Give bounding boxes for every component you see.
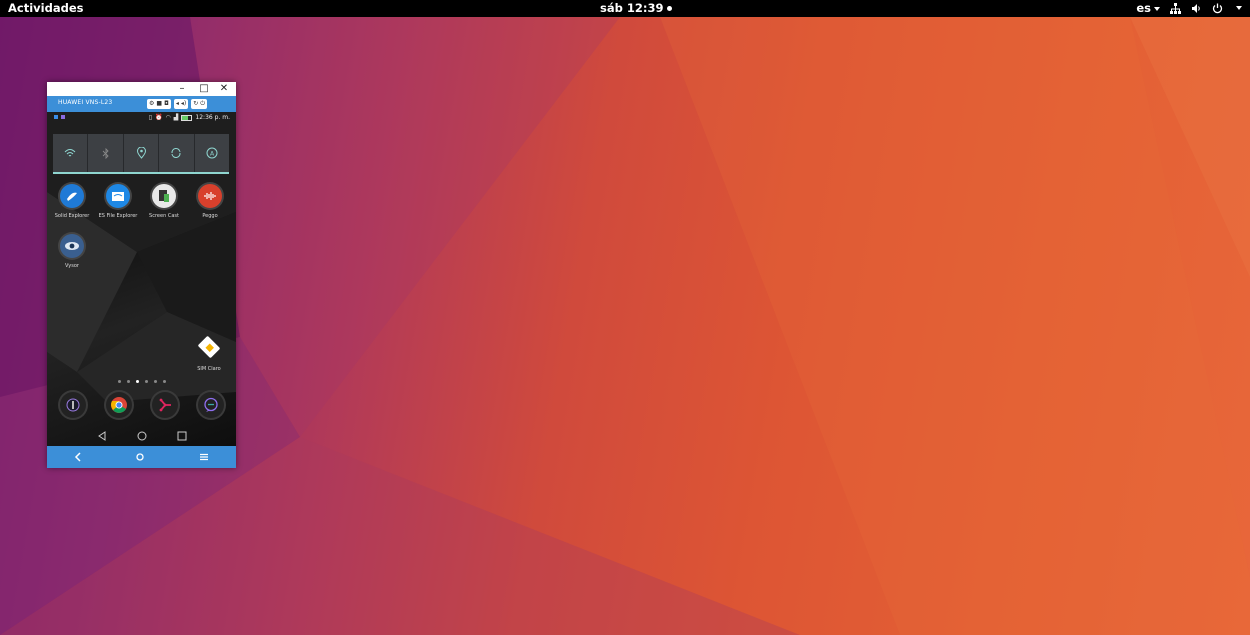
messages-icon[interactable] [198, 392, 224, 418]
chevron-down-icon [1154, 6, 1160, 11]
volume-down-icon[interactable]: ◂ [176, 99, 179, 109]
device-toolbar: ⚙ ■ ◘ ◂ ◂) ↻ ⏻ [147, 99, 207, 109]
signal-icon: ▟ [173, 114, 179, 121]
chrome-icon[interactable] [106, 392, 132, 418]
home-icon[interactable] [137, 431, 147, 441]
minimize-button[interactable]: – [175, 82, 189, 96]
es-file-explorer-icon [106, 184, 130, 208]
app-label: Vysor [65, 263, 79, 269]
video-icon[interactable]: ■ [156, 99, 162, 109]
back-icon[interactable] [74, 452, 82, 462]
system-menu-chevron-icon[interactable] [1236, 6, 1242, 10]
language-label: es [1136, 1, 1151, 15]
page-dot [144, 380, 148, 383]
bluetooth-toggle[interactable] [88, 134, 124, 172]
device-name: HUAWEI VNS-L23 [58, 99, 113, 106]
system-tray: es [1136, 1, 1242, 15]
wifi-toggle[interactable] [53, 134, 89, 172]
app-peggo[interactable]: Peggo [187, 184, 233, 219]
bluetooth-icon [102, 147, 109, 159]
menu-icon[interactable] [199, 452, 209, 462]
sim-card-icon [198, 336, 220, 358]
language-selector[interactable]: es [1136, 1, 1160, 15]
phone-screen[interactable]: ▯ ⏰ ◠ ▟ 12:36 p. m. A Solid Explorer ES … [47, 112, 236, 446]
rotation-icon [171, 148, 181, 158]
battery-icon [181, 114, 193, 121]
rotation-toggle[interactable] [159, 134, 195, 172]
vysor-footer [47, 446, 236, 468]
phone-status-bar: ▯ ⏰ ◠ ▟ 12:36 p. m. [47, 112, 236, 124]
scissors-app-icon[interactable] [152, 392, 178, 418]
alarm-icon: ⏰ [155, 114, 163, 121]
peggo-icon [198, 184, 222, 208]
clock-label: sáb 12:39 [600, 1, 664, 15]
app-solid-explorer[interactable]: Solid Explorer [49, 184, 95, 219]
camera-icon[interactable]: ◘ [164, 99, 169, 109]
sim-card-widget[interactable]: SIM Claro [186, 334, 232, 372]
auto-brightness-icon: A [206, 147, 218, 159]
network-icon[interactable] [1170, 2, 1181, 14]
page-dot [126, 380, 130, 383]
clock[interactable]: sáb 12:39 [600, 1, 673, 15]
page-dot [162, 380, 166, 383]
page-dot [153, 380, 157, 383]
app-es-file-explorer[interactable]: ES File Explorer [95, 184, 141, 219]
screen-cast-icon [152, 184, 176, 208]
volume-icon[interactable] [1191, 3, 1202, 14]
svg-text:A: A [210, 150, 215, 157]
location-icon [136, 147, 146, 159]
maximize-button[interactable]: □ [197, 82, 211, 96]
phone-time: 12:36 p. m. [195, 114, 230, 121]
device-header: HUAWEI VNS-L23 ⚙ ■ ◘ ◂ ◂) ↻ ⏻ [47, 96, 236, 112]
tool-group-1: ⚙ ■ ◘ [147, 99, 171, 109]
quick-settings: A [53, 134, 229, 174]
rotate-icon[interactable]: ↻ [193, 99, 198, 109]
app-label: Solid Explorer [54, 213, 90, 219]
wifi-icon [64, 149, 76, 157]
home-icon[interactable] [135, 452, 145, 462]
volume-up-icon[interactable]: ◂) [181, 99, 186, 109]
solid-explorer-icon [60, 184, 84, 208]
window-titlebar[interactable]: – □ ✕ [47, 82, 236, 96]
app-dock [47, 392, 236, 422]
page-dot [117, 380, 121, 383]
close-button[interactable]: ✕ [217, 82, 231, 96]
vysor-icon [60, 234, 84, 258]
app-label: Screen Cast [149, 213, 179, 219]
gear-icon[interactable]: ⚙ [149, 99, 154, 109]
phone-navbar [47, 426, 236, 446]
recents-icon[interactable] [177, 431, 187, 441]
power-icon[interactable]: ⏻ [200, 99, 205, 109]
location-toggle[interactable] [124, 134, 160, 172]
vibrate-icon: ▯ [148, 114, 153, 121]
sim-label: SIM Claro [197, 366, 221, 372]
notification-icon [61, 115, 65, 119]
power-icon[interactable] [1212, 3, 1223, 14]
vysor-window: – □ ✕ HUAWEI VNS-L23 ⚙ ■ ◘ ◂ ◂) ↻ ⏻ ▯ ⏰ … [47, 82, 236, 468]
tool-group-3: ↻ ⏻ [191, 99, 207, 109]
wifi-status-icon: ◠ [165, 114, 171, 121]
activities-button[interactable]: Actividades [8, 1, 83, 15]
app-screen-cast[interactable]: Screen Cast [141, 184, 187, 219]
tool-group-2: ◂ ◂) [173, 99, 189, 109]
page-dot-active [135, 380, 139, 383]
notification-dot-icon [667, 5, 673, 11]
app-vysor[interactable]: Vysor [49, 234, 95, 269]
top-bar: Actividades sáb 12:39 es [0, 0, 1250, 17]
notification-icon [54, 115, 58, 119]
auto-brightness-toggle[interactable]: A [195, 134, 229, 172]
back-icon[interactable] [97, 431, 107, 441]
page-indicator [47, 380, 236, 383]
app-label: ES File Explorer [98, 213, 138, 219]
phone-icon[interactable] [60, 392, 86, 418]
app-label: Peggo [202, 213, 218, 219]
